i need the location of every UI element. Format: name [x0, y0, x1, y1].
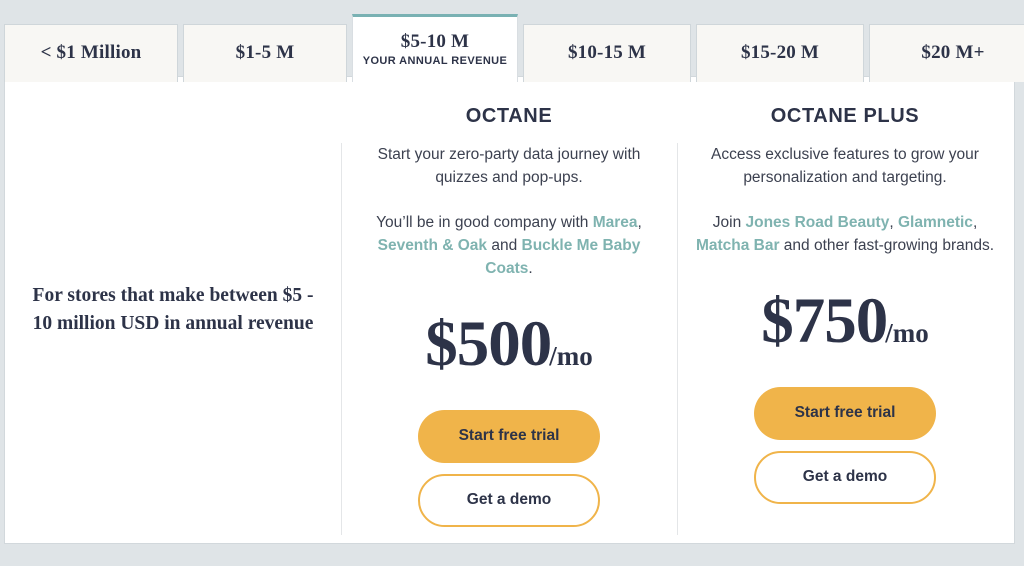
tab-label: $5-10 M: [400, 30, 470, 52]
plan-price: $500/mo: [425, 307, 593, 382]
plan-brand-list: Join Jones Road Beauty, Glamnetic, Match…: [695, 212, 995, 258]
pricing-widget: < $1 Million $1-5 M $5-10 M YOUR ANNUAL …: [0, 0, 1024, 566]
brands-prefix: Join: [712, 213, 746, 231]
brand-link-matcha-bar[interactable]: Matcha Bar: [696, 237, 780, 254]
plan-name: OCTANE PLUS: [770, 105, 920, 127]
tab-label: $10-15 M: [567, 42, 647, 64]
start-free-trial-button[interactable]: Start free trial: [754, 386, 936, 440]
tier-description-text: For stores that make between $5 - 10 mil…: [32, 284, 314, 334]
get-a-demo-button[interactable]: Get a demo: [754, 450, 936, 504]
brands-suffix: .: [528, 259, 533, 277]
revenue-tier-tabs: < $1 Million $1-5 M $5-10 M YOUR ANNUAL …: [4, 14, 1024, 82]
plan-blurb: Access exclusive features to grow your p…: [711, 146, 979, 186]
brands-separator: and: [487, 236, 522, 254]
plan-card-octane-plus: OCTANE PLUS Access exclusive features to…: [677, 77, 1013, 543]
tier-description-column: For stores that make between $5 - 10 mil…: [5, 77, 341, 543]
brands-separator: ,: [637, 213, 642, 231]
brands-suffix: and other fast-growing brands.: [779, 236, 995, 254]
start-free-trial-button[interactable]: Start free trial: [418, 409, 600, 463]
get-a-demo-button[interactable]: Get a demo: [418, 473, 600, 527]
brand-link-glamnetic[interactable]: Glamnetic: [898, 214, 973, 231]
price-period: /mo: [885, 317, 929, 348]
plan-blurb: Start your zero-party data journey with …: [377, 146, 641, 186]
tab-20-million-plus[interactable]: $20 M+: [869, 24, 1024, 82]
plan-brand-list: You’ll be in good company with Marea, Se…: [359, 212, 659, 281]
tab-10-15-million[interactable]: $10-15 M: [523, 24, 691, 82]
brand-link-jones-road-beauty[interactable]: Jones Road Beauty: [746, 214, 890, 231]
pricing-panel: For stores that make between $5 - 10 mil…: [4, 76, 1015, 544]
tab-under-1-million[interactable]: < $1 Million: [4, 24, 178, 82]
price-period: /mo: [549, 340, 593, 371]
tab-label: $1-5 M: [235, 42, 295, 64]
brands-separator: ,: [972, 213, 978, 231]
plan-name: OCTANE: [465, 105, 553, 127]
tab-label: < $1 Million: [40, 42, 142, 64]
price-amount: $500: [425, 307, 552, 380]
brand-link-marea[interactable]: Marea: [593, 214, 638, 231]
tab-1-5-million[interactable]: $1-5 M: [183, 24, 347, 82]
tab-15-20-million[interactable]: $15-20 M: [696, 24, 864, 82]
tab-label: $15-20 M: [740, 42, 820, 64]
price-amount: $750: [761, 284, 888, 357]
brands-separator: ,: [889, 213, 898, 231]
tab-sublabel-your-annual-revenue: YOUR ANNUAL REVENUE: [362, 55, 508, 68]
plan-price: $750/mo: [761, 284, 929, 359]
brands-prefix: You’ll be in good company with: [376, 213, 593, 231]
plan-card-octane: OCTANE Start your zero-party data journe…: [341, 77, 677, 543]
tab-label: $20 M+: [921, 42, 985, 64]
tab-5-10-million[interactable]: $5-10 M YOUR ANNUAL REVENUE: [352, 14, 518, 82]
brand-link-seventh-and-oak[interactable]: Seventh & Oak: [378, 237, 487, 254]
